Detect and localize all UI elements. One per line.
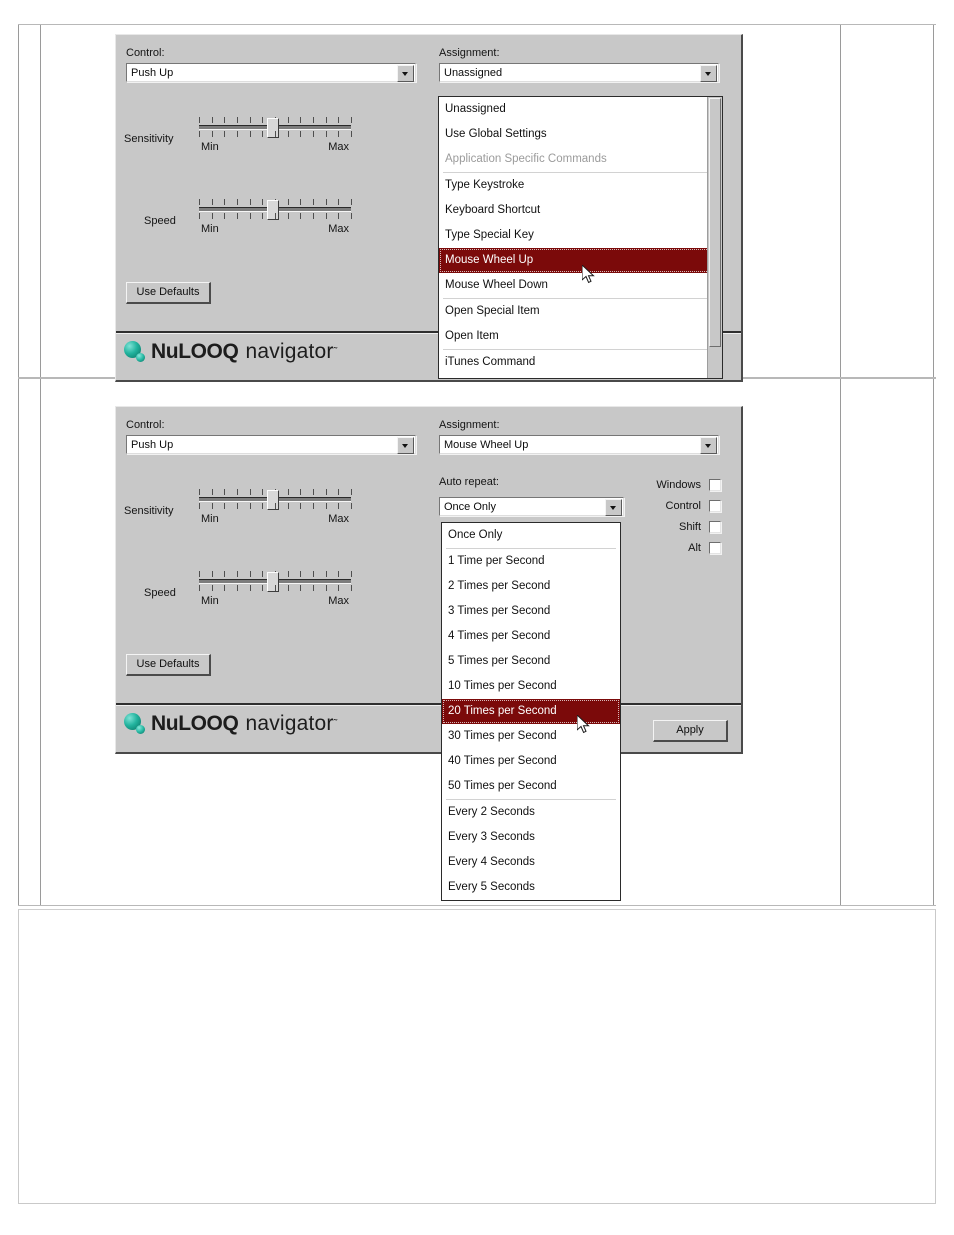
- speed-slider[interactable]: Min Max: [199, 199, 352, 247]
- sensitivity-slider[interactable]: Min Max: [199, 117, 352, 165]
- checkbox-alt[interactable]: [709, 542, 721, 554]
- dropdown-item[interactable]: Type Keystroke: [439, 173, 722, 198]
- dropdown-item[interactable]: 20 Times per Second: [442, 699, 620, 724]
- brand-trademark: ˜: [333, 346, 338, 358]
- table-cell-right: [840, 379, 934, 905]
- table-cell-gutter: [18, 25, 40, 377]
- control-combobox-value: Push Up: [131, 67, 174, 79]
- modifier-label: Control: [665, 500, 701, 512]
- checkbox-shift[interactable]: [709, 521, 721, 533]
- slider-max-label: Max: [328, 141, 349, 153]
- brand-product: navigator: [245, 712, 334, 735]
- control-combobox-value: Push Up: [131, 439, 174, 451]
- assignment-label: Assignment:: [439, 419, 500, 431]
- auto-repeat-dropdown-list[interactable]: Once Only 1 Time per Second 2 Times per Se…: [441, 522, 621, 901]
- dropdown-item: Application Specific Commands: [445, 153, 607, 165]
- speed-label: Speed: [144, 587, 176, 599]
- dropdown-item[interactable]: Open Item: [439, 324, 722, 349]
- slider-min-label: Min: [201, 595, 219, 607]
- modifier-label: Alt: [688, 542, 701, 554]
- chevron-down-icon[interactable]: [397, 437, 414, 454]
- chevron-down-icon[interactable]: [700, 65, 717, 82]
- modifier-row-control[interactable]: Control: [596, 500, 721, 513]
- dropdown-item[interactable]: Open Special Item: [439, 299, 722, 324]
- dropdown-scrollbar[interactable]: [707, 97, 722, 378]
- dropdown-item[interactable]: iTunes Command: [439, 350, 722, 375]
- dropdown-item[interactable]: 50 Times per Second: [442, 774, 620, 799]
- assignment-label: Assignment:: [439, 47, 500, 59]
- dropdown-item[interactable]: Mouse Wheel Down: [439, 273, 722, 298]
- chevron-down-icon[interactable]: [700, 437, 717, 454]
- dropdown-item[interactable]: 10 Times per Second: [442, 674, 620, 699]
- slider-min-label: Min: [201, 513, 219, 525]
- dropdown-item[interactable]: Type Special Key: [439, 223, 722, 248]
- slider-max-label: Max: [328, 513, 349, 525]
- slider-ticks-bottom: [199, 585, 352, 591]
- control-combobox[interactable]: Push Up: [126, 63, 416, 82]
- chevron-down-icon[interactable]: [397, 65, 414, 82]
- dropdown-item[interactable]: Keyboard Shortcut: [439, 198, 722, 223]
- dropdown-item[interactable]: 30 Times per Second: [442, 724, 620, 749]
- auto-repeat-combobox-value: Once Only: [444, 501, 496, 513]
- auto-repeat-label: Auto repeat:: [439, 476, 499, 488]
- brand-name: NuLOOQ: [151, 712, 239, 735]
- assignment-combobox[interactable]: Mouse Wheel Up: [439, 435, 719, 454]
- dropdown-item[interactable]: Every 2 Seconds: [442, 800, 620, 825]
- scrollbar-thumb[interactable]: [709, 98, 721, 348]
- slider-ticks-bottom: [199, 213, 352, 219]
- control-label: Control:: [126, 47, 165, 59]
- slider-min-label: Min: [201, 223, 219, 235]
- brand-logo: NuLOOQ navigator ˜: [124, 340, 337, 364]
- brand-name: NuLOOQ: [151, 340, 239, 363]
- brand-product: navigator: [245, 340, 334, 363]
- speed-slider[interactable]: Min Max: [199, 571, 352, 619]
- dropdown-item[interactable]: 2 Times per Second: [442, 574, 620, 599]
- dropdown-item[interactable]: Every 5 Seconds: [442, 875, 620, 900]
- sensitivity-label: Sensitivity: [124, 133, 174, 145]
- slider-ticks-bottom: [199, 131, 352, 137]
- apply-button[interactable]: Apply: [653, 720, 728, 742]
- control-combobox[interactable]: Push Up: [126, 435, 416, 454]
- assignment-dropdown-list[interactable]: Unassigned Use Global Settings Application…: [438, 96, 723, 379]
- modifier-row-windows[interactable]: Windows: [596, 479, 721, 492]
- modifier-label: Windows: [656, 479, 701, 491]
- brand-trademark: ˜: [333, 718, 338, 730]
- assignment-combobox-value: Unassigned: [444, 67, 503, 79]
- footer-divider: [116, 703, 741, 706]
- slider-min-label: Min: [201, 141, 219, 153]
- nulooq-orb-icon: [124, 713, 146, 735]
- slider-max-label: Max: [328, 223, 349, 235]
- dropdown-item[interactable]: Once Only: [442, 523, 620, 548]
- dropdown-item[interactable]: 40 Times per Second: [442, 749, 620, 774]
- speed-label: Speed: [144, 215, 176, 227]
- dropdown-item[interactable]: Mouse Wheel Up: [439, 248, 722, 273]
- sensitivity-label: Sensitivity: [124, 505, 174, 517]
- dropdown-item[interactable]: 3 Times per Second: [442, 599, 620, 624]
- document-empty-area: [18, 909, 936, 1204]
- brand-logo: NuLOOQ navigator ˜: [124, 712, 337, 736]
- modifier-label: Shift: [678, 521, 701, 533]
- slider-ticks-bottom: [199, 503, 352, 509]
- table-cell-gutter: [18, 379, 40, 905]
- assignment-combobox[interactable]: Unassigned: [439, 63, 719, 82]
- checkbox-control[interactable]: [709, 500, 721, 512]
- dropdown-item[interactable]: 5 Times per Second: [442, 649, 620, 674]
- dropdown-item[interactable]: Every 3 Seconds: [442, 825, 620, 850]
- checkbox-windows[interactable]: [709, 479, 721, 491]
- slider-max-label: Max: [328, 595, 349, 607]
- use-defaults-button[interactable]: Use Defaults: [126, 282, 211, 304]
- dropdown-item[interactable]: 4 Times per Second: [442, 624, 620, 649]
- assignment-combobox-value: Mouse Wheel Up: [444, 439, 529, 451]
- nulooq-settings-dialog-2: Control: Push Up Assignment: Mouse Wheel…: [115, 406, 743, 754]
- document-page: Control: Push Up Assignment: Unassigned …: [0, 0, 954, 1235]
- dropdown-item[interactable]: Unassigned: [439, 97, 722, 122]
- nulooq-orb-icon: [124, 341, 146, 363]
- use-defaults-button[interactable]: Use Defaults: [126, 654, 211, 676]
- control-label: Control:: [126, 419, 165, 431]
- dropdown-item[interactable]: 1 Time per Second: [442, 549, 620, 574]
- dropdown-item[interactable]: Every 4 Seconds: [442, 850, 620, 875]
- table-cell-right: [840, 25, 934, 377]
- sensitivity-slider[interactable]: Min Max: [199, 489, 352, 537]
- dropdown-item[interactable]: Use Global Settings: [439, 122, 722, 147]
